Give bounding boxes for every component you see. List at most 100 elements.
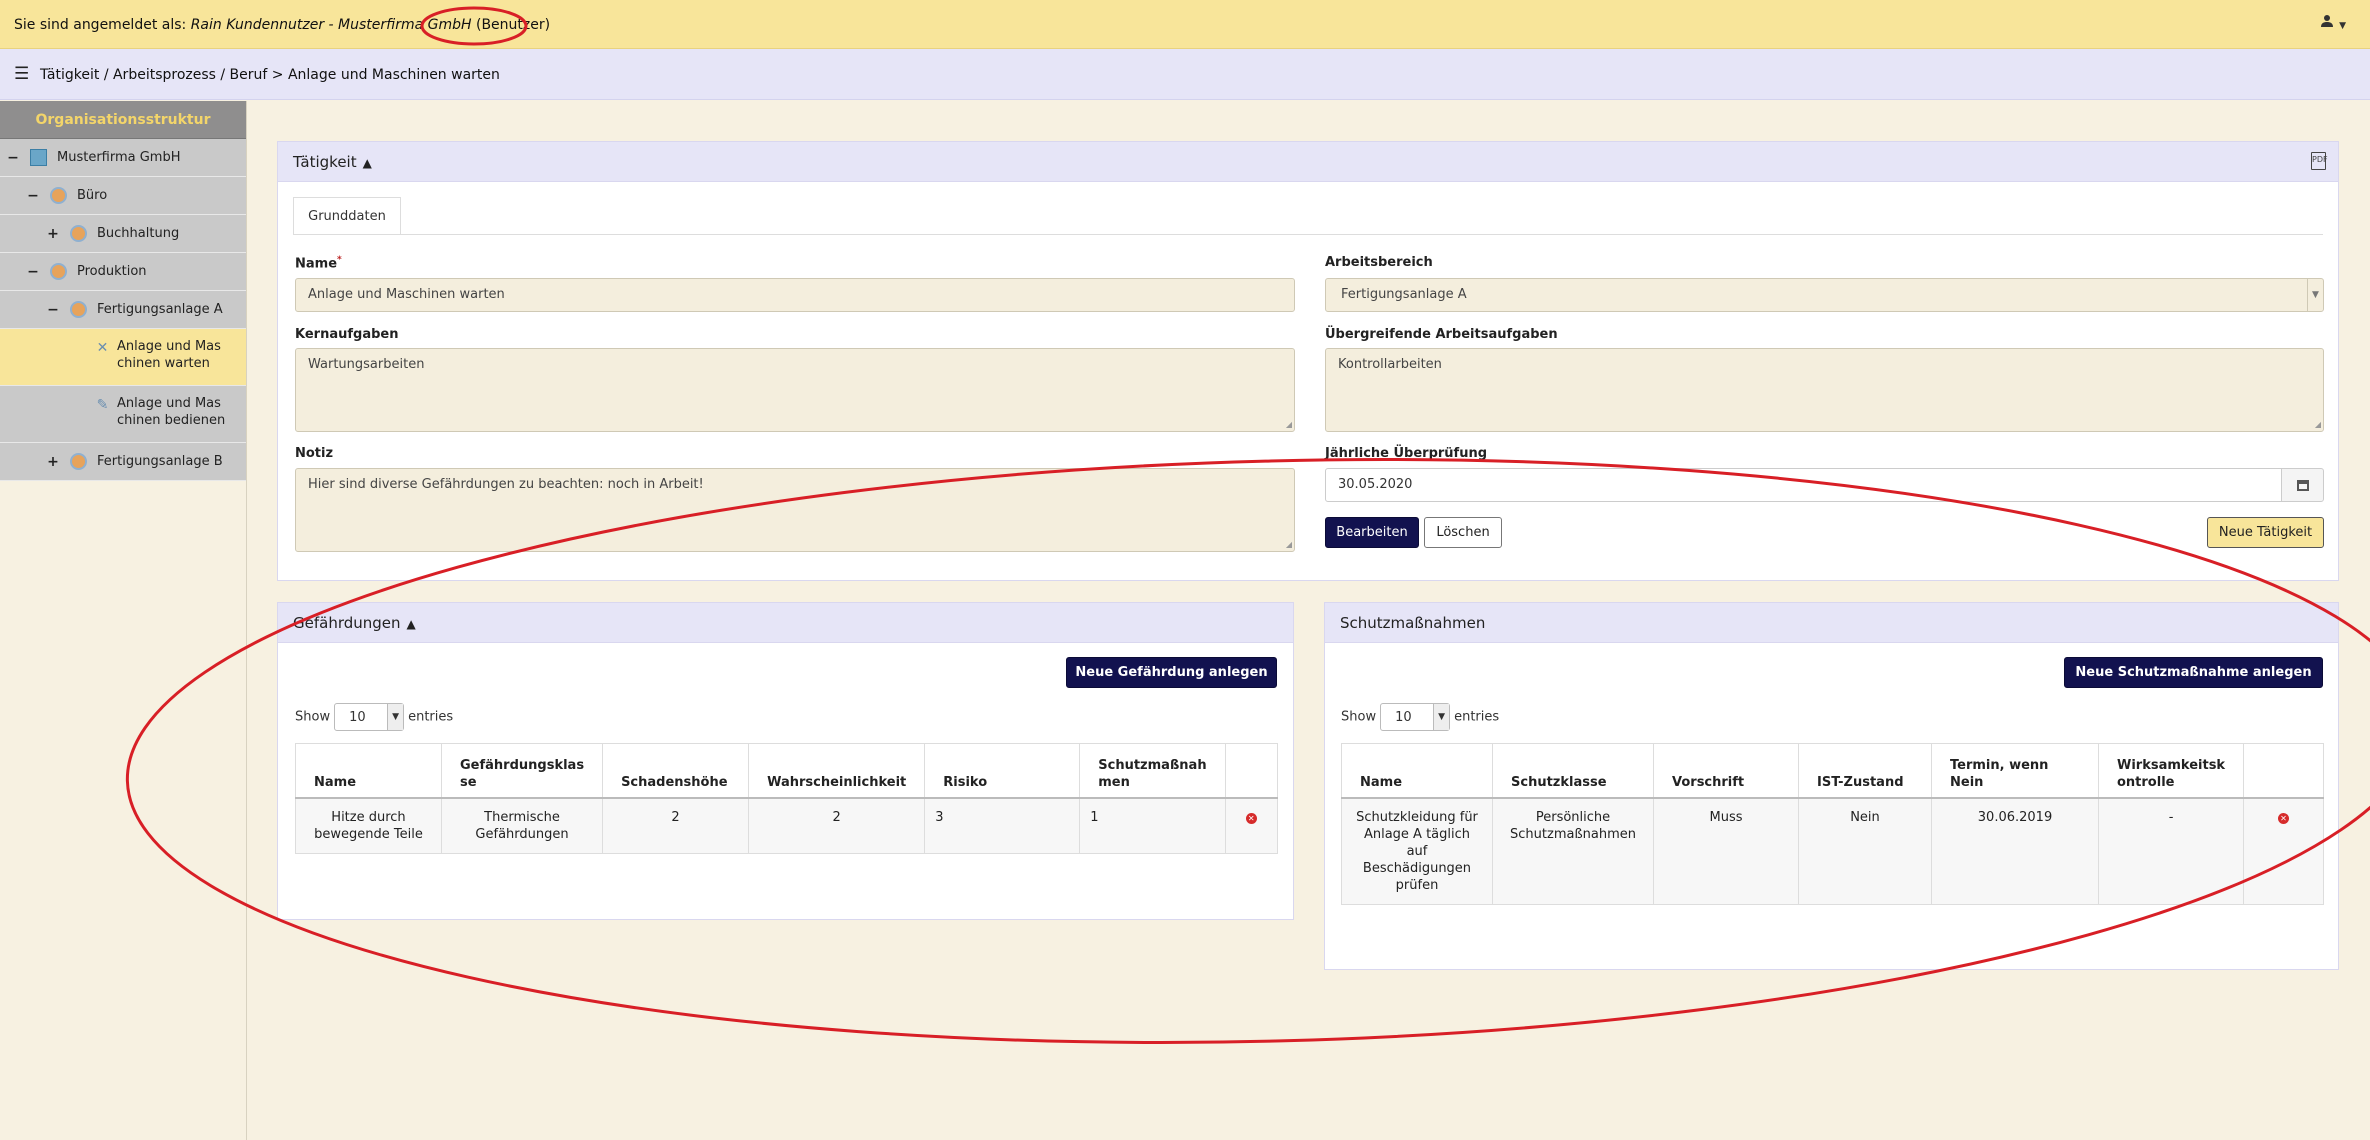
table-cell: Nein [1798,797,1932,905]
tree-item-anlage-warten[interactable]: ✕ Anlage und Mas chinen warten [0,329,246,386]
panel-title: Tätigkeit ▲ [293,153,372,171]
table-cell: 30.06.2019 [1931,797,2099,905]
group-icon [50,263,67,280]
tree-item-anlage-bedienen[interactable]: ✎ Anlage und Mas chinen bedienen [0,386,246,443]
notiz-input[interactable]: Hier sind diverse Gefährdungen zu beacht… [295,468,1295,552]
chevron-down-icon: ▼ [387,704,404,730]
table-cell: 3 [924,797,1081,854]
delete-icon[interactable]: ✕ [2278,812,2290,824]
arbeitsbereich-label: Arbeitsbereich [1325,255,1433,270]
neue-gefaehrdung-button[interactable]: Neue Gefährdung anlegen [1066,657,1277,688]
table-row[interactable]: Schutzkleidung für Anlage A täglich auf … [1341,797,2324,905]
team-icon [70,453,87,470]
schutzmassnahmen-table: Name Schutzklasse Vorschrift IST-Zustand… [1341,743,2324,905]
gefaehrdungen-table: Name Gefährdungsklas se Schadenshöhe Wah… [295,743,1279,854]
neue-taetigkeit-button[interactable]: Neue Tätigkeit [2207,517,2324,548]
gefaehrdungen-panel: Gefährdungen ▲ Neue Gefährdung anlegen Sh… [277,602,1294,920]
tree-item-label: Anlage und Mas chinen warten [117,339,221,371]
column-header[interactable]: Schutzmaßnah men [1079,743,1226,799]
column-header[interactable]: IST-Zustand [1798,743,1932,799]
resize-handle-icon: ◢ [2314,420,2321,429]
column-header[interactable]: Name [1341,743,1493,799]
column-header[interactable]: Vorschrift [1653,743,1799,799]
tree-item-musterfirma[interactable]: − Musterfirma GmbH [0,139,246,177]
notiz-label: Notiz [295,446,334,461]
table-header-row: Name Schutzklasse Vorschrift IST-Zustand… [1341,743,2324,799]
tab-grunddaten[interactable]: Grunddaten [293,197,401,235]
tree-item-label: Anlage und Mas chinen bedienen [117,396,226,428]
team-icon [70,225,87,242]
arbeitsbereich-select[interactable]: Fertigungsanlage A ▼ [1325,278,2324,312]
column-header[interactable]: Termin, wenn Nein [1931,743,2099,799]
tree-item-label: Büro [77,188,108,203]
uebergreifende-input[interactable]: Kontrollarbeiten ◢ [1325,348,2324,432]
entries-length: Show 10 ▼ entries [295,703,453,731]
column-header [2243,743,2324,799]
login-role: (Benutzer) [475,17,551,33]
user-menu[interactable]: ▼ [2320,14,2346,32]
chevron-down-icon: ▼ [1433,704,1450,730]
tree-item-label: Buchhaltung [97,226,180,241]
column-header[interactable]: Schadenshöhe [602,743,750,799]
table-row[interactable]: Hitze durch bewegende Teile Thermische G… [295,797,1279,854]
pdf-icon[interactable]: PDF [2311,152,2328,170]
tree-item-buero[interactable]: − Büro [0,177,246,215]
loeschen-button[interactable]: Löschen [1424,517,1502,548]
column-header[interactable]: Schutzklasse [1492,743,1654,799]
table-cell: Persönliche Schutzmaßnahmen [1492,797,1654,905]
top-bar: Sie sind angemeldet als: Rain Kundennutz… [0,0,2370,49]
column-header[interactable]: Name [295,743,442,799]
kernaufgaben-input[interactable]: Wartungsarbeiten ◢ [295,348,1295,432]
login-user: Rain Kundennutzer - Musterfirma GmbH [190,17,472,33]
tree-item-fertigungsanlage-a[interactable]: − Fertigungsanlage A [0,291,246,329]
table-header-row: Name Gefährdungsklas se Schadenshöhe Wah… [295,743,1279,799]
pruefung-date-input[interactable]: 30.05.2020 [1325,468,2282,502]
entries-select[interactable]: 10 ▼ [1380,703,1451,731]
resize-handle-icon: ◢ [1285,540,1292,549]
name-input[interactable]: Anlage und Maschinen warten [295,278,1295,312]
tree-item-buchhaltung[interactable]: + Buchhaltung [0,215,246,253]
collapse-icon[interactable]: − [26,188,40,204]
table-cell: - [2097,797,2245,905]
tree-item-label: Fertigungsanlage A [97,302,223,317]
calendar-icon [2296,480,2309,491]
kernaufgaben-label: Kernaufgaben [295,327,399,342]
login-info: Sie sind angemeldet als: Rain Kundennutz… [14,17,550,33]
tree-item-produktion[interactable]: − Produktion [0,253,246,291]
tree-item-label: Produktion [77,264,147,279]
sidebar-title: Organisationsstruktur [0,101,246,139]
panel-header[interactable]: Tätigkeit ▲ PDF [278,142,2338,182]
bearbeiten-button[interactable]: Bearbeiten [1325,517,1419,548]
column-header[interactable]: Gefährdungsklas se [440,743,604,799]
chevron-down-icon: ▼ [2339,21,2346,31]
tools-icon: ✕ [96,340,109,356]
tree-item-fertigungsanlage-b[interactable]: + Fertigungsanlage B [0,443,246,481]
expand-icon[interactable]: + [46,454,60,470]
collapse-icon[interactable]: − [46,302,60,318]
table-cell: 2 [748,797,926,854]
calendar-button[interactable] [2281,468,2324,502]
column-header[interactable]: Wahrscheinlichkeit [748,743,926,799]
name-label: Name* [295,255,342,272]
menu-icon[interactable]: ☰ [14,64,29,84]
column-header[interactable]: Risiko [924,743,1081,799]
delete-icon[interactable]: ✕ [1245,812,1257,824]
expand-icon[interactable]: + [46,226,60,242]
team-icon [70,301,87,318]
chevron-up-icon: ▲ [362,156,372,170]
collapse-icon[interactable]: − [26,264,40,280]
user-icon [2321,15,2334,27]
panel-title: Gefährdungen ▲ [293,614,416,632]
table-cell: Muss [1653,797,1799,905]
neue-schutzmassnahme-button[interactable]: Neue Schutzmaßnahme anlegen [2064,657,2323,688]
column-header[interactable]: Wirksamkeitsk ontrolle [2097,743,2245,799]
panel-header[interactable]: Gefährdungen ▲ [278,603,1293,643]
delete-cell: ✕ [2243,797,2324,905]
collapse-icon[interactable]: − [6,150,20,166]
nav-bar: ☰ Tätigkeit / Arbeitsprozess / Beruf > A… [0,49,2370,100]
column-header [1224,743,1279,799]
tree-item-label: Fertigungsanlage B [97,454,223,469]
panel-title: Schutzmaßnahmen [1340,614,1486,632]
taetigkeit-panel: Tätigkeit ▲ PDF Grunddaten Name* Anlage u… [277,141,2339,581]
entries-select[interactable]: 10 ▼ [334,703,405,731]
